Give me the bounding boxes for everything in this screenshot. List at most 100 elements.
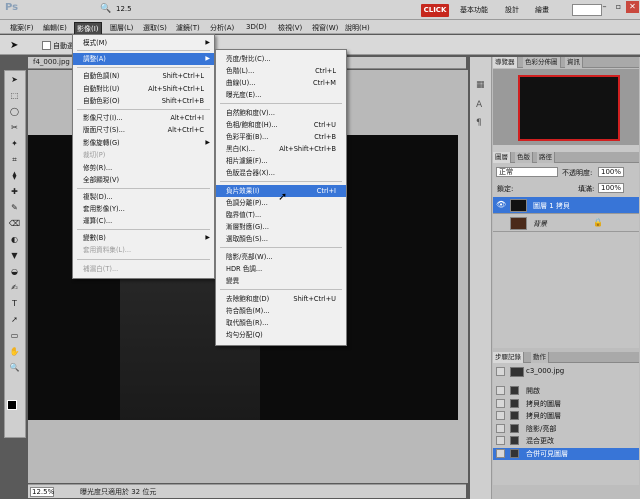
adjust-menu-item[interactable]: 色版混合器(X)... (216, 167, 346, 179)
adjust-menu-item[interactable]: 色階(L)... Ctrl+L (216, 65, 346, 77)
image-menu-item[interactable]: 複製(D)... (73, 191, 214, 203)
lasso-tool-icon[interactable]: ◯ (7, 106, 22, 117)
image-menu-item[interactable]: 調整(A) ▶ (73, 53, 214, 65)
menu-0[interactable]: 檔案(F) (8, 22, 36, 34)
adjust-menu-item[interactable]: 符合顏色(M)... (216, 305, 346, 317)
history-step[interactable]: 開啟 (493, 385, 639, 397)
marquee-tool-icon[interactable]: ⬚ (7, 90, 22, 101)
navigator-preview[interactable] (518, 75, 620, 141)
opacity-field[interactable]: 100% (598, 167, 624, 177)
dodge-tool-icon[interactable]: ◒ (7, 266, 22, 277)
adjust-menu-item[interactable]: 色彩平衡(B)... Ctrl+B (216, 131, 346, 143)
shape-tool-icon[interactable]: ▭ (7, 330, 22, 341)
history-step[interactable]: 拷貝的圖層 (493, 398, 639, 410)
tab-info[interactable]: 資訊 (565, 57, 583, 68)
image-menu-item[interactable]: 全部顯現(V) (73, 174, 214, 186)
adjust-menu-item[interactable]: HDR 色調... (216, 263, 346, 275)
history-step[interactable]: 拷貝的圖層 (493, 410, 639, 422)
menu-4[interactable]: 選取(S) (141, 22, 169, 34)
brush-tool-icon[interactable]: ✚ (7, 186, 22, 197)
pen-tool-icon[interactable]: ✍ (7, 282, 22, 293)
adjust-menu-item[interactable]: 變異 (216, 275, 346, 287)
hand-tool-icon[interactable]: ✋ (7, 346, 22, 357)
history-step[interactable]: 陰影/亮部 (493, 423, 639, 435)
tab-history[interactable]: 步驟記錄 (493, 352, 524, 363)
character-panel-icon[interactable]: A (476, 100, 482, 110)
crop-tool-icon[interactable]: ✦ (7, 138, 22, 149)
adjust-menu-item[interactable]: 曝光度(E)... (216, 89, 346, 101)
history-step[interactable]: 合併可見圖層 (493, 447, 639, 460)
tab-channels[interactable]: 色版 (515, 152, 533, 163)
adjust-menu-item[interactable]: 黑白(K)... Alt+Shift+Ctrl+B (216, 143, 346, 155)
image-menu-item[interactable]: 運算(C)... (73, 215, 214, 227)
menu-5[interactable]: 濾鏡(T) (174, 22, 202, 34)
history-step[interactable]: 混合更改 (493, 435, 639, 447)
path-select-tool-icon[interactable]: ➚ (7, 314, 22, 325)
close-icon[interactable]: ✕ (626, 1, 639, 13)
history-checkbox[interactable] (496, 411, 505, 420)
zoom-icon[interactable]: 🔍 (100, 4, 112, 16)
adjust-menu-item[interactable]: 取代顏色(R)... (216, 317, 346, 329)
adjust-menu-item[interactable]: 亮度/對比(C)... (216, 53, 346, 65)
adjust-menu-item[interactable]: 漸層對應(G)... (216, 221, 346, 233)
layer-row[interactable]: 背景 🔒 (493, 215, 639, 232)
history-checkbox[interactable] (496, 436, 505, 445)
type-tool-icon[interactable]: T (7, 298, 22, 309)
menu-8[interactable]: 檢視(V) (276, 22, 304, 34)
tab-paths[interactable]: 路徑 (537, 152, 555, 163)
image-menu-item[interactable]: 影像尺寸(I)... Alt+Ctrl+I (73, 112, 214, 124)
menu-10[interactable]: 說明(H) (343, 22, 372, 34)
move-tool-icon[interactable]: ➤ (10, 40, 18, 51)
zoom-field[interactable]: 12.5% (30, 487, 54, 497)
healing-tool-icon[interactable]: ⧫ (7, 170, 22, 181)
snapshot-checkbox[interactable] (496, 367, 505, 376)
history-checkbox[interactable] (496, 386, 505, 395)
image-menu-item[interactable]: 變數(B) ▶ (73, 232, 214, 244)
workspace-design[interactable]: 設計 (505, 5, 519, 15)
eye-icon[interactable]: 👁 (496, 200, 506, 209)
zoom-level[interactable]: 12.5 (116, 5, 132, 13)
image-menu-item[interactable]: 修剪(R)... (73, 162, 214, 174)
restore-icon[interactable]: ▫ (612, 1, 625, 13)
eyedropper-tool-icon[interactable]: ⌗ (7, 154, 22, 165)
blur-tool-icon[interactable]: ▼ (7, 250, 22, 261)
zoom-tool-icon[interactable]: 🔍 (7, 362, 22, 373)
minimize-icon[interactable]: – (598, 1, 611, 13)
image-menu-item[interactable]: 自動色彩(O) Shift+Ctrl+B (73, 95, 214, 107)
tab-layers[interactable]: 圖層 (493, 152, 511, 163)
foreground-color-swatch[interactable] (7, 400, 17, 410)
adjust-menu-item[interactable]: 曲線(U)... Ctrl+M (216, 77, 346, 89)
auto-select-checkbox[interactable] (42, 41, 51, 50)
history-checkbox[interactable] (496, 423, 505, 433)
fill-field[interactable]: 100% (598, 183, 624, 193)
adjust-menu-item[interactable]: 自然飽和度(V)... (216, 107, 346, 119)
tab-histogram[interactable]: 色彩分佈圖 (523, 57, 561, 68)
history-snapshot[interactable]: c3_000.jpg (493, 366, 639, 378)
image-menu-item[interactable]: 模式(M) ▶ (73, 37, 214, 49)
blend-mode-select[interactable]: 正常 (496, 167, 558, 177)
image-menu-item[interactable]: 影像旋轉(G) ▶ (73, 137, 214, 149)
tab-navigator[interactable]: 導覽器 (493, 57, 518, 68)
tab-actions[interactable]: 動作 (531, 352, 549, 363)
history-checkbox[interactable] (496, 398, 505, 408)
menu-6[interactable]: 分析(A) (208, 22, 236, 34)
menu-9[interactable]: 視窗(W) (310, 22, 340, 34)
history-panel-icon[interactable]: ▦ (476, 80, 485, 90)
quick-select-tool-icon[interactable]: ✂ (7, 122, 22, 133)
layer-row[interactable]: 👁 圖層 1 拷貝 (493, 197, 639, 214)
workspace-painting[interactable]: 繪畫 (535, 5, 549, 15)
image-menu-item[interactable]: 版面尺寸(S)... Alt+Ctrl+C (73, 124, 214, 136)
image-menu-item[interactable]: 自動色調(N) Shift+Ctrl+L (73, 70, 214, 82)
adjust-menu-item[interactable]: 去除飽和度(D) Shift+Ctrl+U (216, 293, 346, 305)
workspace-essentials[interactable]: 基本功能 (460, 5, 488, 15)
adjust-menu-item[interactable]: 選取顏色(S)... (216, 233, 346, 245)
move-tool-icon[interactable]: ➤ (7, 74, 22, 85)
click-button[interactable]: CLICK (421, 4, 449, 17)
adjust-menu-item[interactable]: 陰影/亮部(W)... (216, 251, 346, 263)
adjust-menu-item[interactable]: 相片濾鏡(F)... (216, 155, 346, 167)
adjust-menu-item[interactable]: 臨界值(T)... (216, 209, 346, 221)
adjust-menu-item[interactable]: 均勻分配(Q) (216, 329, 346, 341)
eraser-tool-icon[interactable]: ⌫ (7, 218, 22, 229)
history-checkbox[interactable] (496, 448, 505, 458)
clone-tool-icon[interactable]: ✎ (7, 202, 22, 213)
